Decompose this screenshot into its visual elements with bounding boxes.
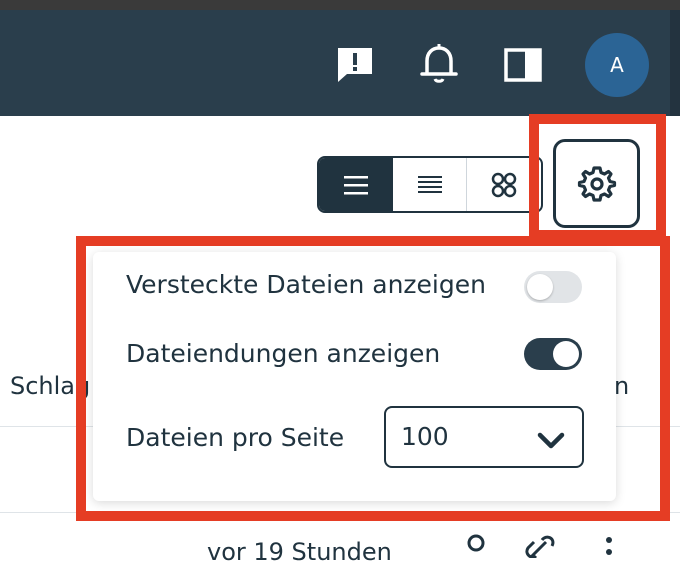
- view-switcher: [317, 156, 543, 213]
- compact-list-icon: [417, 175, 442, 193]
- toggle-knob: [553, 341, 579, 367]
- extensions-label: Dateiendungen anzeigen: [126, 339, 441, 368]
- settings-button[interactable]: [553, 139, 640, 228]
- list-icon: [343, 175, 368, 194]
- extensions-toggle[interactable]: [524, 338, 582, 370]
- more-options-icon[interactable]: [604, 536, 614, 562]
- hidden-files-toggle[interactable]: [524, 271, 582, 303]
- header-edge: [670, 10, 680, 116]
- sidebar-panel-icon[interactable]: [502, 45, 544, 85]
- feedback-icon[interactable]: [333, 44, 377, 86]
- bell-icon[interactable]: [417, 40, 461, 86]
- per-page-select[interactable]: 100: [384, 406, 584, 468]
- avatar[interactable]: A: [585, 33, 649, 97]
- avatar-initial: A: [610, 53, 624, 77]
- window-top-strip: [0, 0, 680, 10]
- hidden-files-label: Versteckte Dateien anzeigen: [126, 270, 486, 299]
- row-modified-time: vor 19 Stunden: [207, 538, 392, 566]
- gear-icon: [577, 165, 616, 202]
- per-page-value: 100: [401, 422, 449, 451]
- compact-list-view-button[interactable]: [393, 158, 467, 211]
- per-page-label: Dateien pro Seite: [126, 423, 345, 452]
- list-view-button[interactable]: [319, 158, 393, 211]
- chevron-down-icon: [536, 430, 566, 454]
- toggle-knob: [527, 274, 553, 300]
- grid-icon: [491, 172, 517, 197]
